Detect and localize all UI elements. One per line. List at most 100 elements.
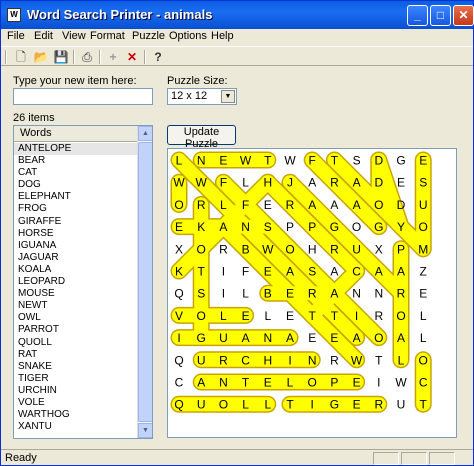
grid-letter: O — [197, 242, 206, 256]
add-plus-icon[interactable]: + — [104, 49, 122, 65]
grid-letter: R — [330, 176, 339, 190]
word-list-item[interactable]: ELEPHANT — [14, 191, 138, 203]
grid-letter: U — [197, 353, 206, 367]
word-list-item[interactable]: MOUSE — [14, 288, 138, 300]
word-list-item[interactable]: WARTHOG — [14, 409, 138, 421]
grid-letter: N — [352, 287, 361, 301]
grid-letter: A — [353, 198, 361, 212]
grid-letter: A — [197, 376, 205, 390]
menu-view[interactable]: View — [62, 30, 86, 42]
word-list-item[interactable]: SNAKE — [14, 361, 138, 373]
scroll-up-icon[interactable]: ▲ — [138, 126, 152, 141]
word-list-item[interactable]: GIRAFFE — [14, 216, 138, 228]
grid-letter: A — [286, 331, 294, 345]
help-question-icon[interactable]: ? — [149, 49, 167, 65]
word-list-scrollbar[interactable]: ▲ ▼ — [137, 126, 152, 438]
word-list-item[interactable]: HORSE — [14, 228, 138, 240]
grid-letter: O — [174, 198, 183, 212]
grid-letter: R — [374, 398, 383, 412]
grid-letter: I — [288, 353, 291, 367]
word-list-item[interactable]: ANTELOPE — [14, 143, 138, 156]
puzzle-preview: LNEWTWFTSDGEWWFLHJARADESORLFERAAAODUEKAN… — [167, 148, 457, 438]
status-panel — [429, 452, 455, 465]
word-list-item[interactable]: OWL — [14, 312, 138, 324]
word-list-item[interactable]: TIGER — [14, 373, 138, 385]
menu-puzzle[interactable]: Puzzle — [132, 30, 165, 42]
update-puzzle-button[interactable]: Update Puzzle — [167, 125, 236, 150]
grid-letter: O — [308, 376, 317, 390]
grid-letter: W — [240, 154, 252, 168]
grid-letter: N — [263, 331, 272, 345]
grid-letter: L — [242, 398, 249, 412]
grid-letter: X — [175, 242, 183, 256]
puzzle-size-select[interactable]: 12 x 12 ▼ — [167, 88, 237, 105]
word-list-item[interactable]: CAT — [14, 167, 138, 179]
grid-letter: P — [308, 220, 316, 234]
word-list-item[interactable]: URCHIN — [14, 385, 138, 397]
new-item-input[interactable] — [13, 88, 153, 105]
puzzle-size-label: Puzzle Size: — [167, 75, 228, 87]
minimize-button[interactable]: _ — [407, 5, 428, 26]
grid-letter: T — [420, 398, 428, 412]
grid-letter: C — [419, 376, 428, 390]
chevron-down-icon[interactable]: ▼ — [221, 90, 235, 103]
menu-edit[interactable]: Edit — [34, 30, 53, 42]
grid-letter: G — [330, 398, 339, 412]
scroll-down-icon[interactable]: ▼ — [138, 423, 152, 438]
word-list-item[interactable]: JAGUAR — [14, 252, 138, 264]
status-text: Ready — [5, 452, 37, 464]
word-list-item[interactable]: PARROT — [14, 324, 138, 336]
menu-help[interactable]: Help — [211, 30, 234, 42]
word-list-item[interactable]: IGUANA — [14, 240, 138, 252]
status-panel — [373, 452, 399, 465]
close-button[interactable]: ✕ — [453, 5, 474, 26]
grid-letter: D — [374, 154, 383, 168]
grid-letter: I — [377, 376, 380, 390]
grid-letter: K — [197, 220, 205, 234]
word-list[interactable]: Words ANTELOPE BEAR CAT DOG ELEPHANT FROG GIRA… — [13, 125, 153, 439]
word-list-item[interactable]: XANTU — [14, 421, 138, 433]
grid-letter: O — [396, 309, 405, 323]
title-bar[interactable]: W Word Search Printer - animals _ □ ✕ — [1, 1, 474, 29]
word-list-item[interactable]: NEWT — [14, 300, 138, 312]
grid-letter: A — [308, 198, 316, 212]
grid-letter: Z — [420, 265, 427, 279]
print-icon[interactable]: ⎙ — [78, 49, 96, 65]
open-folder-icon[interactable]: 📂 — [32, 49, 50, 65]
word-list-item[interactable]: QUOLL — [14, 337, 138, 349]
word-list-item[interactable]: RAT — [14, 349, 138, 361]
grid-letter: E — [175, 220, 183, 234]
word-list-item[interactable]: KOALA — [14, 264, 138, 276]
puzzle-size-value: 12 x 12 — [171, 90, 208, 102]
grid-letter: R — [330, 242, 339, 256]
maximize-button[interactable]: □ — [430, 5, 451, 26]
grid-letter: R — [397, 287, 406, 301]
status-bar: Ready — [1, 449, 473, 465]
grid-letter: U — [397, 398, 406, 412]
grid-letter: L — [264, 309, 271, 323]
word-list-header[interactable]: Words — [14, 126, 138, 142]
grid-letter: A — [397, 265, 405, 279]
grid-letter: T — [331, 309, 339, 323]
window-title: Word Search Printer - animals — [27, 7, 213, 22]
word-list-item[interactable]: BEAR — [14, 155, 138, 167]
menu-file[interactable]: File — [7, 30, 25, 42]
grid-letter: S — [264, 220, 272, 234]
toolbar: 🗋 📂 💾 ⎙ + ✕ ? — [1, 46, 473, 66]
word-list-item[interactable]: DOG — [14, 179, 138, 191]
menu-format[interactable]: Format — [90, 30, 125, 42]
menu-options[interactable]: Options — [169, 30, 207, 42]
new-document-icon[interactable]: 🗋 — [12, 49, 30, 65]
word-list-item[interactable]: LEOPARD — [14, 276, 138, 288]
delete-x-icon[interactable]: ✕ — [123, 49, 141, 65]
grid-letter: X — [375, 242, 383, 256]
grid-letter: A — [353, 176, 361, 190]
scroll-thumb[interactable] — [138, 142, 152, 422]
word-list-item[interactable]: FROG — [14, 203, 138, 215]
grid-letter: D — [397, 198, 406, 212]
grid-letter: N — [241, 220, 250, 234]
grid-letter: R — [197, 198, 206, 212]
word-list-item[interactable]: VOLE — [14, 397, 138, 409]
save-disk-icon[interactable]: 💾 — [52, 49, 70, 65]
grid-letter: R — [219, 353, 228, 367]
